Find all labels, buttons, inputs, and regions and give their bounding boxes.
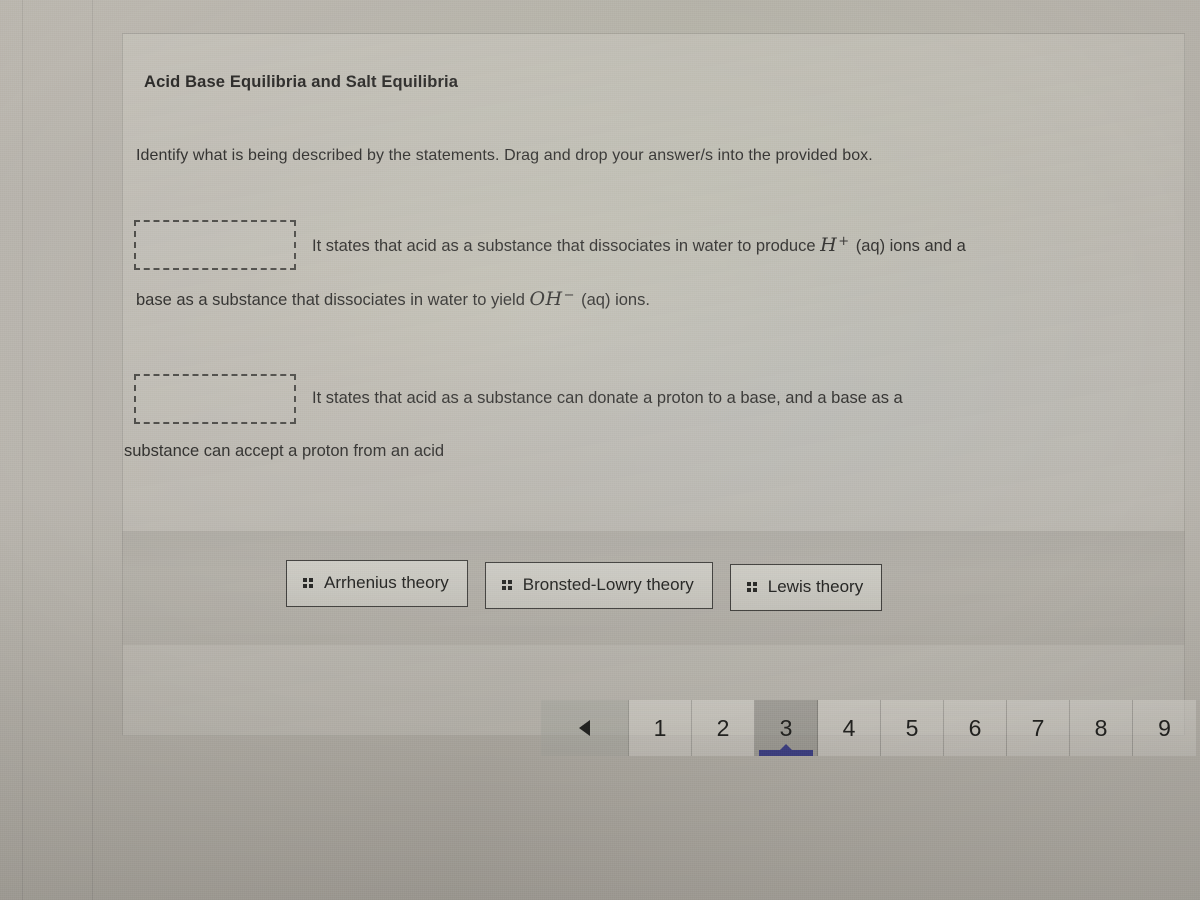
triangle-left-icon [579,720,590,736]
statement-1-text-mid: (aq) ions and a [855,236,966,255]
statement-2: It states that acid as a substance can d… [124,372,1174,460]
formula-oh-superscript: − [563,288,575,303]
drag-handle-icon [501,580,512,590]
answer-chip-label: Bronsted-Lowry theory [522,575,694,594]
pagination-page-label: 8 [1094,714,1108,741]
statement-1: It states that acid as a substance that … [134,218,1174,309]
statement-1-text-before: It states that acid as a substance that … [312,236,816,255]
statement-1-wrap-before: base as a substance that dissociates in … [136,291,525,309]
drag-handle-icon [303,578,313,588]
pagination-page-2[interactable]: 2 [692,700,755,756]
page-gutter-edge-left [22,0,23,900]
pagination-page-6[interactable]: 6 [944,700,1007,756]
answer-chip-label: Lewis theory [767,577,864,596]
pagination-bar: 1 2 3 4 5 6 7 8 9 [541,700,1196,756]
page-gutter-edge-inner [92,0,93,900]
instructions-text: Identify what is being described by the … [136,147,873,164]
drag-handle-icon [746,582,757,592]
statement-1-row: It states that acid as a substance that … [134,218,1174,271]
answer-chip-arrhenius[interactable]: Arrhenius theory [286,560,468,607]
statement-1-wrap-after: (aq) ions. [581,291,650,309]
pagination-page-9[interactable]: 9 [1133,700,1196,756]
statement-2-text-wrapline: substance can accept a proton from an ac… [124,442,445,460]
pagination-page-8[interactable]: 8 [1070,700,1133,756]
pagination-page-label: 5 [905,714,919,741]
pagination-page-label: 6 [968,714,982,741]
dropbox-statement-2[interactable] [134,373,296,424]
pagination-page-4[interactable]: 4 [818,700,881,756]
answer-chip-row: Arrhenius theory Bronsted-Lowry theory L… [286,560,883,611]
pagination-page-label: 2 [716,714,730,741]
statement-1-text-wrapline: base as a substance that dissociates in … [136,289,1174,309]
answer-chip-bronsted-lowry[interactable]: Bronsted-Lowry theory [484,562,713,609]
pagination-page-label: 9 [1158,714,1171,741]
formula-h-variable: H [820,233,838,256]
pagination-page-3-active[interactable]: 3 [755,700,818,756]
pagination-page-label: 3 [779,714,793,741]
ui-layer: Acid Base Equilibria and Salt Equilibria… [0,0,1200,900]
statement-2-text: It states that acid as a substance can d… [312,389,903,408]
page-title: Acid Base Equilibria and Salt Equilibria [144,73,459,91]
pagination-page-label: 7 [1031,714,1045,741]
statement-1-text: It states that acid as a substance that … [312,235,966,255]
formula-h-superscript: + [838,233,850,249]
pagination-page-1[interactable]: 1 [629,700,692,756]
pagination-page-label: 4 [842,714,856,741]
answer-chip-lewis[interactable]: Lewis theory [729,564,883,611]
answer-chip-label: Arrhenius theory [324,573,449,592]
pagination-page-7[interactable]: 7 [1007,700,1070,756]
formula-oh-variable: OH [529,288,563,310]
pagination-page-label: 1 [653,714,667,741]
statement-2-row: It states that acid as a substance can d… [134,372,1174,425]
active-page-caret-icon [779,744,793,751]
dropbox-statement-1[interactable] [134,219,296,270]
pagination-prev-button[interactable] [541,700,629,756]
pagination-page-5[interactable]: 5 [881,700,944,756]
